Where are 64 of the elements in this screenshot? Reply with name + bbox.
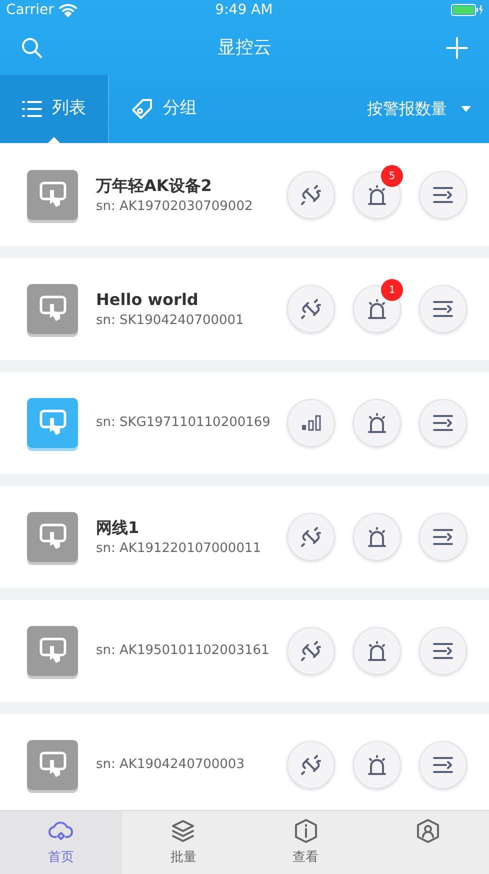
bottom-tab[interactable]: 批量 [122, 811, 244, 874]
alarm-button[interactable] [353, 627, 401, 675]
serial-number: sn: AK19702030709002 [96, 198, 254, 216]
connection-button[interactable] [287, 741, 335, 789]
serial-number: sn: AK1904240700003 [96, 756, 246, 774]
tag-icon [131, 98, 153, 120]
add-button[interactable] [445, 35, 469, 60]
list-icon [22, 100, 42, 118]
info-icon [292, 818, 319, 844]
serial-number: sn: AK191220107000011 [96, 540, 262, 558]
device-row[interactable]: sn: SKG197110110200169 [0, 372, 489, 474]
user-icon [414, 818, 441, 844]
broken-link-icon [299, 525, 323, 549]
tab[interactable]: 列表 [0, 75, 108, 143]
connection-button[interactable] [287, 513, 335, 561]
alarm-count: 1 [381, 279, 403, 301]
broken-link-icon [299, 183, 323, 207]
caret-icon [461, 106, 471, 112]
alarm-icon [365, 639, 389, 663]
alarm-button[interactable] [353, 399, 401, 447]
device-row[interactable]: sn: AK1950101102003161 [0, 600, 489, 702]
broken-link-icon [299, 639, 323, 663]
add-icon [445, 36, 469, 60]
connection-button[interactable] [287, 627, 335, 675]
battery-icon [451, 4, 483, 16]
bottom-tab[interactable]: 查看 [244, 811, 367, 874]
alarm-icon [365, 411, 389, 435]
device-row[interactable]: Hello world sn: SK1904240700001 1 [0, 258, 489, 360]
alarm-button[interactable] [353, 741, 401, 789]
bottom-tab[interactable]: 首页 [0, 811, 122, 874]
device-row[interactable]: 网线1 sn: AK191220107000011 [0, 486, 489, 588]
broken-link-icon [299, 753, 323, 777]
device-name: 网线1 [96, 516, 140, 539]
status-time: 9:49 AM [215, 0, 274, 20]
device-name: Hello world [96, 288, 200, 311]
wifi-icon [58, 3, 77, 17]
alarm-icon [365, 525, 389, 549]
signal-icon [301, 415, 321, 431]
alarm-button[interactable] [353, 513, 401, 561]
detail-button[interactable] [419, 627, 467, 675]
detail-button[interactable] [419, 399, 467, 447]
connection-button[interactable] [287, 285, 335, 333]
detail-button[interactable] [419, 285, 467, 333]
connection-button[interactable] [287, 171, 335, 219]
serial-number: sn: AK1950101102003161 [96, 642, 269, 660]
detail-button[interactable] [419, 741, 467, 789]
search-icon [20, 36, 44, 60]
broken-link-icon [299, 297, 323, 321]
alarm-count: 5 [381, 165, 403, 187]
search-button[interactable] [20, 35, 44, 60]
layers-icon [170, 818, 196, 844]
detail-button[interactable] [419, 513, 467, 561]
alarm-icon [365, 183, 389, 207]
device-row[interactable]: sn: AK1904240700003 [0, 714, 489, 810]
device-name: 万年轻AK设备2 [96, 174, 213, 197]
alarm-icon [365, 753, 389, 777]
carrier-text: Carrier [6, 0, 54, 20]
device-row[interactable]: 万年轻AK设备2 sn: AK19702030709002 5 [0, 144, 489, 246]
serial-number: sn: SK1904240700001 [96, 312, 245, 330]
alarm-icon [365, 297, 389, 321]
serial-number: sn: SKG197110110200169 [96, 414, 269, 432]
app-title: 显控云 [218, 36, 272, 60]
connection-button[interactable] [287, 399, 335, 447]
detail-button[interactable] [419, 171, 467, 219]
